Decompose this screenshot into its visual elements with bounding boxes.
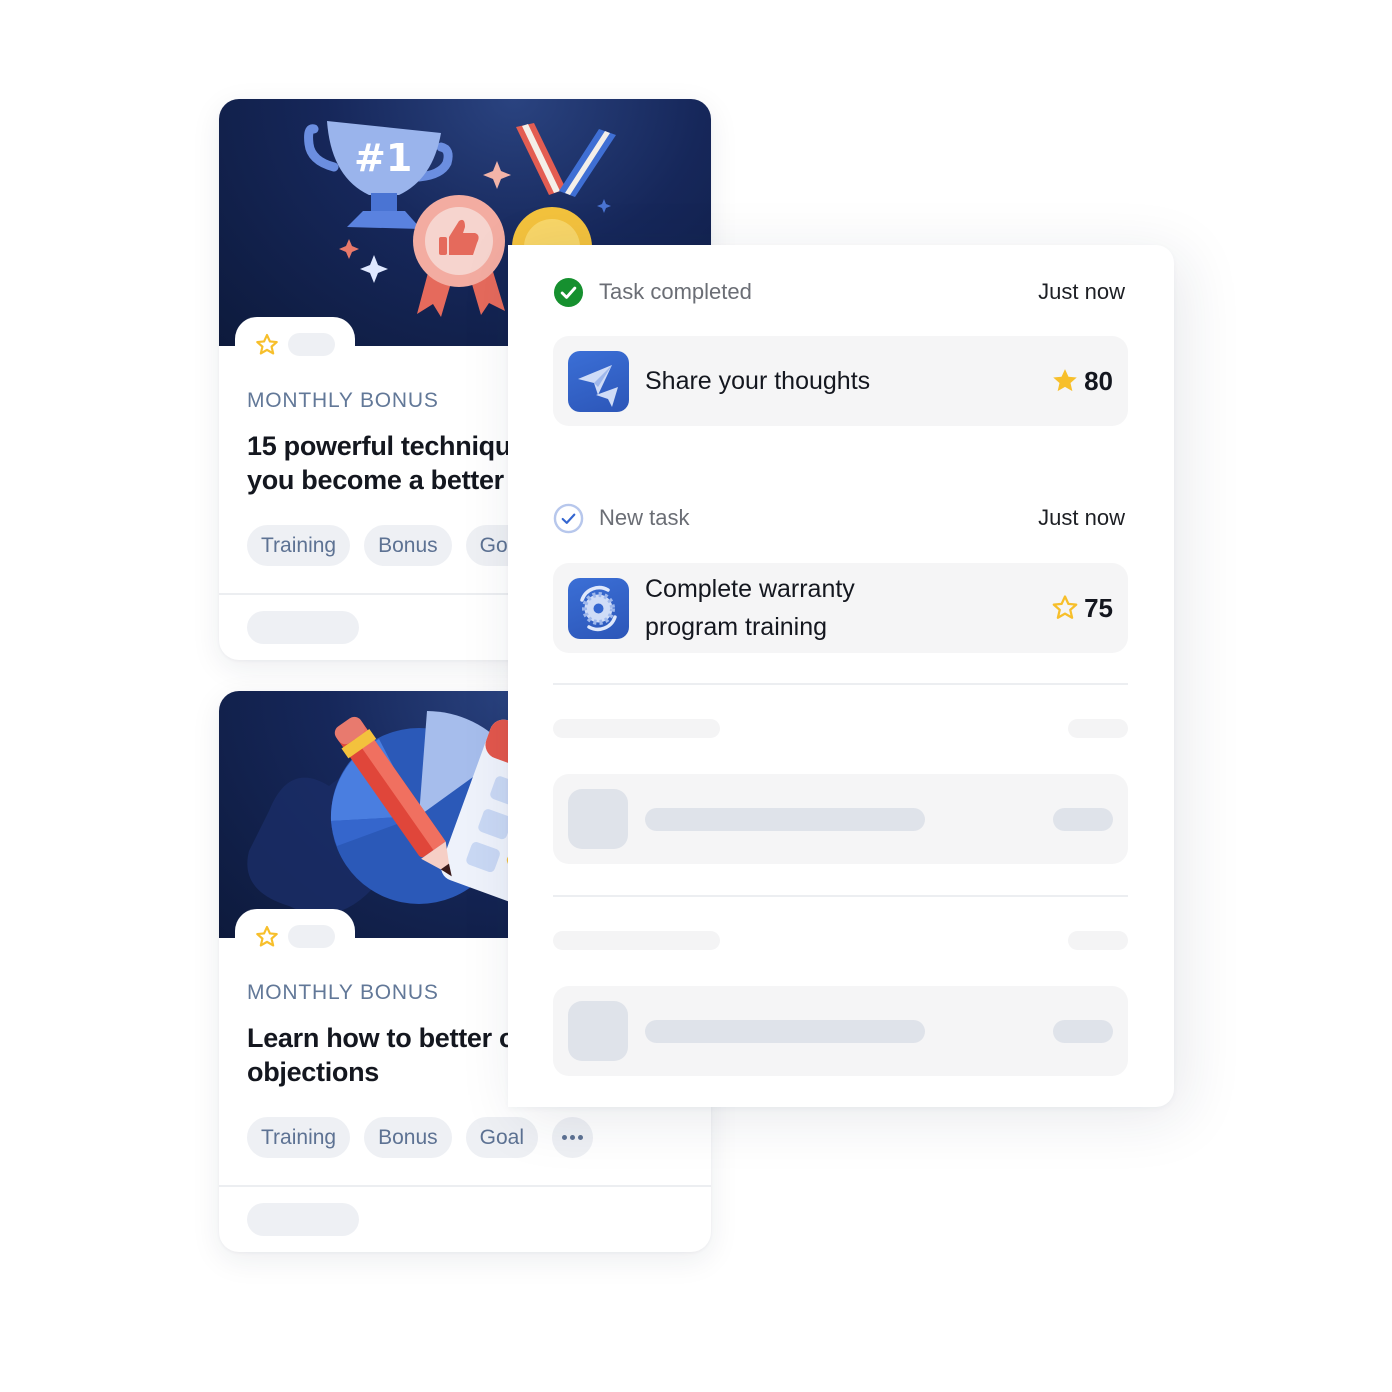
tag-chip[interactable]: Training [247,1117,351,1158]
gear-refresh-icon [568,577,629,639]
skeleton-title [645,1020,925,1043]
star-outline-icon [1052,595,1078,619]
rosette-icon [413,195,505,317]
skeleton-time [1068,719,1128,738]
points-value: 75 [1084,592,1113,623]
points-value: 80 [1084,365,1113,396]
more-tags-button[interactable] [552,1117,593,1158]
tag-chip[interactable]: Goal [465,1117,538,1158]
ellipsis-dot [570,1135,575,1140]
skeleton-status [553,719,720,738]
favorite-star-icon[interactable] [254,332,280,358]
task-item[interactable]: Share your thoughts 80 [553,336,1128,426]
ellipsis-dot [562,1135,567,1140]
event-header: New task Just now [553,502,1125,534]
skeleton-status [553,931,720,950]
check-circle-outline-icon [553,503,584,533]
card-category: MONTHLY BONUS [247,981,439,1004]
card-category: MONTHLY BONUS [247,389,439,412]
skeleton-points [1053,808,1113,831]
task-item[interactable]: Complete warranty program training 75 [553,563,1128,653]
task-name: Share your thoughts [645,367,871,395]
event-status: New task [599,505,690,530]
card-footer-placeholder [247,1203,359,1236]
event-time: Just now [1038,505,1125,530]
task-name: Complete warranty program training [645,575,855,641]
ellipsis-dot [578,1135,583,1140]
skeleton-task-item [553,986,1128,1076]
skeleton-task-item [553,774,1128,864]
skeleton-time [1068,931,1128,950]
event-time: Just now [1038,279,1125,304]
task-points: 80 [1050,366,1113,397]
svg-text:#1: #1 [354,136,412,180]
skeleton-title [645,808,925,831]
skeleton-icon [568,1001,628,1061]
event-header: Task completed Just now [553,276,1125,308]
event-status: Task completed [599,279,752,304]
card-tags: Training Bonus Goal [247,1117,593,1158]
card-footer-placeholder [247,611,359,644]
paper-plane-icon [568,350,629,412]
card-divider [219,1185,711,1187]
tag-chip[interactable]: Training [247,525,351,566]
feed-divider [553,683,1128,685]
skeleton-icon [568,789,628,849]
tag-chip[interactable]: Bonus [364,525,452,566]
card-tags: Training Bonus Goal [247,525,538,566]
tag-chip[interactable]: Bonus [364,1117,452,1158]
feed-divider [553,895,1128,897]
activity-feed-panel: Task completed Just now Share your thoug… [508,245,1174,1107]
task-points: 75 [1050,593,1113,624]
star-filled-icon [1053,369,1077,392]
favorite-count-placeholder [288,333,335,356]
skeleton-points [1053,1020,1113,1043]
favorite-count-placeholder [288,925,335,948]
favorite-star-icon[interactable] [254,924,280,950]
check-circle-filled-icon [553,277,584,307]
